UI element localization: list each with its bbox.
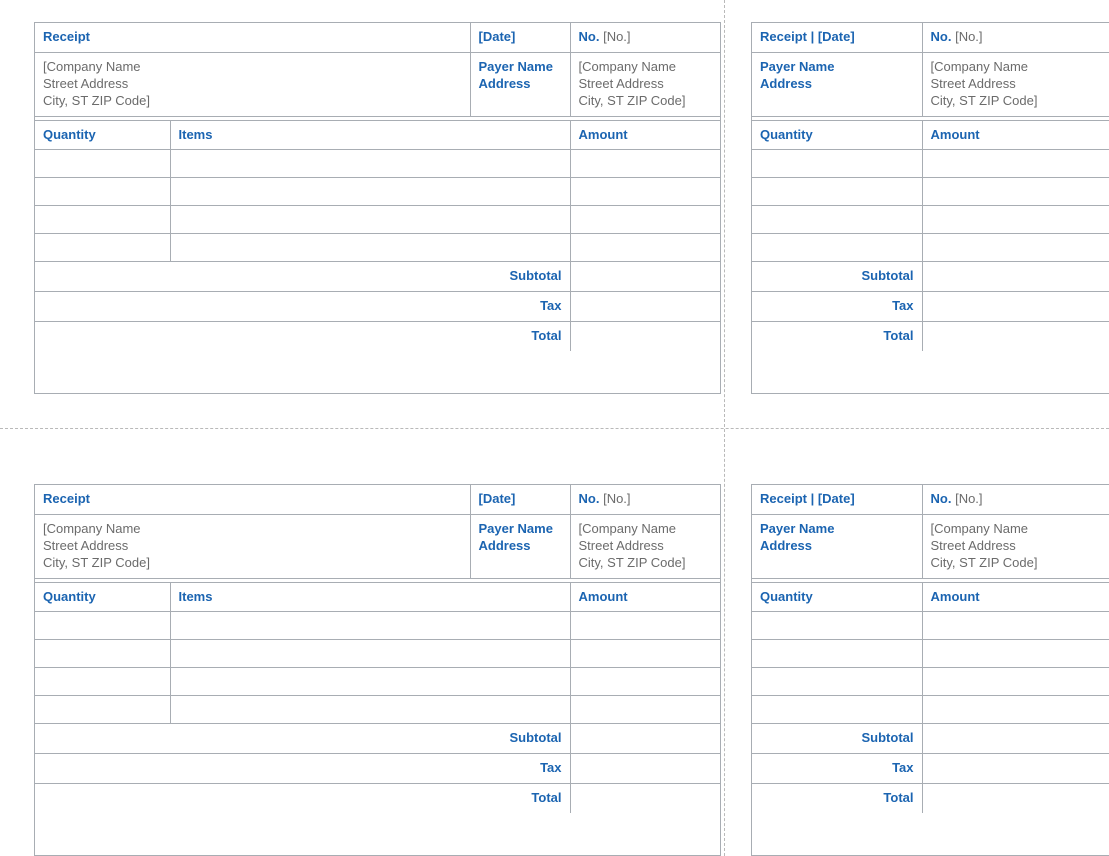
payer-label: Payer NameAddress — [470, 52, 570, 116]
tax-cell[interactable] — [570, 754, 720, 784]
total-label: Total — [752, 784, 922, 813]
qty-cell[interactable] — [752, 178, 922, 206]
tax-cell[interactable] — [922, 292, 1109, 322]
item-cell[interactable] — [170, 178, 570, 206]
qty-cell[interactable] — [752, 150, 922, 178]
amount-cell[interactable] — [570, 696, 720, 724]
tax-label: Tax — [752, 754, 922, 784]
amount-cell[interactable] — [922, 150, 1109, 178]
subtotal-cell[interactable] — [570, 262, 720, 292]
tax-label: Tax — [35, 292, 570, 322]
amount-header: Amount — [570, 582, 720, 612]
total-label: Total — [752, 322, 922, 351]
subtotal-label: Subtotal — [752, 724, 922, 754]
payer-label: Payer NameAddress — [752, 52, 922, 116]
no-label: No. [No.] — [570, 485, 720, 514]
qty-cell[interactable] — [35, 696, 170, 724]
total-label: Total — [35, 784, 570, 813]
amount-cell[interactable] — [922, 668, 1109, 696]
quantity-header: Quantity — [35, 582, 170, 612]
payer-label: Payer NameAddress — [470, 514, 570, 578]
amount-header: Amount — [570, 120, 720, 150]
qty-cell[interactable] — [752, 668, 922, 696]
qty-cell[interactable] — [35, 150, 170, 178]
receipt-stub-top: Receipt | [Date] No. [No.] Payer NameAdd… — [751, 22, 1109, 394]
amount-cell[interactable] — [922, 640, 1109, 668]
subtotal-label: Subtotal — [752, 262, 922, 292]
total-cell[interactable] — [922, 784, 1109, 813]
amount-cell[interactable] — [570, 206, 720, 234]
total-label: Total — [35, 322, 570, 351]
item-cell[interactable] — [170, 668, 570, 696]
qty-cell[interactable] — [752, 612, 922, 640]
quantity-header: Quantity — [752, 120, 922, 150]
item-cell[interactable] — [170, 696, 570, 724]
qty-cell[interactable] — [35, 612, 170, 640]
receipt-label: Receipt — [35, 23, 470, 52]
company-to[interactable]: [Company Name Street Address City, ST ZI… — [922, 514, 1109, 578]
item-cell[interactable] — [170, 150, 570, 178]
amount-cell[interactable] — [922, 178, 1109, 206]
total-cell[interactable] — [570, 784, 720, 813]
company-to[interactable]: [Company Name Street Address City, ST ZI… — [922, 52, 1109, 116]
date-label: [Date] — [470, 23, 570, 52]
qty-cell[interactable] — [35, 640, 170, 668]
qty-cell[interactable] — [35, 234, 170, 262]
item-cell[interactable] — [170, 234, 570, 262]
amount-cell[interactable] — [570, 668, 720, 696]
item-cell[interactable] — [170, 612, 570, 640]
qty-cell[interactable] — [752, 206, 922, 234]
items-header: Items — [170, 120, 570, 150]
qty-cell[interactable] — [752, 696, 922, 724]
amount-header: Amount — [922, 120, 1109, 150]
receipt-date-label: Receipt | [Date] — [752, 485, 922, 514]
subtotal-cell[interactable] — [922, 262, 1109, 292]
no-label: No. [No.] — [922, 23, 1109, 52]
subtotal-cell[interactable] — [570, 724, 720, 754]
amount-cell[interactable] — [570, 178, 720, 206]
quantity-header: Quantity — [35, 120, 170, 150]
amount-cell[interactable] — [922, 234, 1109, 262]
amount-cell[interactable] — [570, 640, 720, 668]
item-cell[interactable] — [170, 640, 570, 668]
company-to[interactable]: [Company Name Street Address City, ST ZI… — [570, 52, 720, 116]
company-to[interactable]: [Company Name Street Address City, ST ZI… — [570, 514, 720, 578]
amount-cell[interactable] — [570, 234, 720, 262]
qty-cell[interactable] — [35, 668, 170, 696]
subtotal-cell[interactable] — [922, 724, 1109, 754]
receipt-label: Receipt — [35, 485, 470, 514]
receipt-main-top: Receipt [Date] No. [No.] [Company Name S… — [34, 22, 721, 394]
amount-cell[interactable] — [570, 150, 720, 178]
tax-cell[interactable] — [922, 754, 1109, 784]
total-cell[interactable] — [570, 322, 720, 351]
company-from[interactable]: [Company Name Street Address City, ST ZI… — [35, 514, 470, 578]
item-cell[interactable] — [170, 206, 570, 234]
qty-cell[interactable] — [35, 206, 170, 234]
qty-cell[interactable] — [752, 640, 922, 668]
amount-cell[interactable] — [570, 612, 720, 640]
total-cell[interactable] — [922, 322, 1109, 351]
quantity-header: Quantity — [752, 582, 922, 612]
tax-label: Tax — [35, 754, 570, 784]
tax-cell[interactable] — [570, 292, 720, 322]
amount-cell[interactable] — [922, 206, 1109, 234]
payer-label: Payer NameAddress — [752, 514, 922, 578]
date-label: [Date] — [470, 485, 570, 514]
receipt-stub-bottom: Receipt | [Date] No. [No.] Payer NameAdd… — [751, 484, 1109, 856]
qty-cell[interactable] — [752, 234, 922, 262]
amount-header: Amount — [922, 582, 1109, 612]
subtotal-label: Subtotal — [35, 724, 570, 754]
no-label: No. [No.] — [570, 23, 720, 52]
qty-cell[interactable] — [35, 178, 170, 206]
subtotal-label: Subtotal — [35, 262, 570, 292]
tax-label: Tax — [752, 292, 922, 322]
items-header: Items — [170, 582, 570, 612]
receipt-main-bottom: Receipt [Date] No. [No.] [Company Name S… — [34, 484, 721, 856]
amount-cell[interactable] — [922, 612, 1109, 640]
amount-cell[interactable] — [922, 696, 1109, 724]
company-from[interactable]: [Company Name Street Address City, ST ZI… — [35, 52, 470, 116]
no-label: No. [No.] — [922, 485, 1109, 514]
horizontal-cut-line — [0, 428, 1109, 429]
receipt-date-label: Receipt | [Date] — [752, 23, 922, 52]
